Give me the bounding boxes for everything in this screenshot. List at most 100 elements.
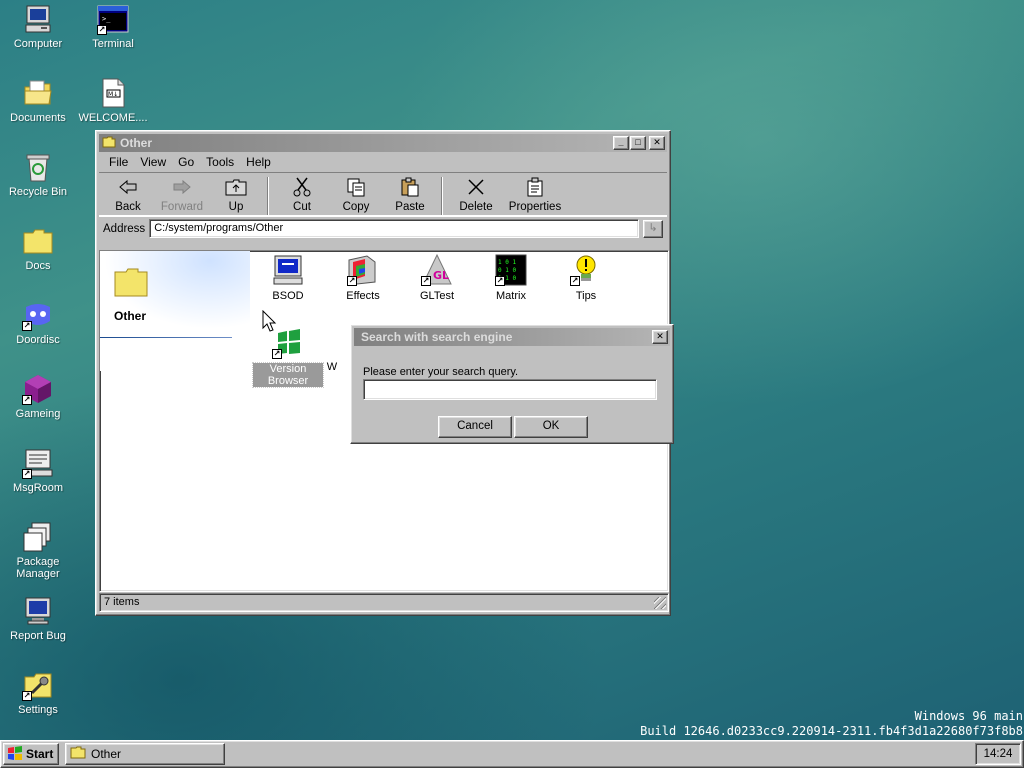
toolbar-separator	[267, 177, 269, 215]
ok-button[interactable]: OK	[514, 416, 588, 438]
desktop-icon-msgroom[interactable]: ↗ MsgRoom	[0, 447, 76, 494]
desktop-icon-computer[interactable]: Computer	[0, 3, 76, 50]
search-query-input[interactable]	[363, 379, 657, 400]
delete-x-icon	[449, 177, 503, 197]
paste-button[interactable]: Paste	[383, 177, 437, 213]
folder-icon	[22, 225, 54, 257]
shortcut-arrow-icon: ↗	[272, 349, 282, 359]
start-button[interactable]: Start	[3, 743, 59, 765]
menu-go[interactable]: Go	[172, 155, 200, 169]
window-titlebar[interactable]: Other _ □ ✕	[99, 134, 667, 152]
forward-arrow-icon	[155, 177, 209, 197]
desktop-icon-label: Computer	[13, 38, 63, 50]
properties-button[interactable]: Properties	[503, 177, 567, 213]
menu-view[interactable]: View	[134, 155, 172, 169]
desktop-icon-gameing[interactable]: ↗ Gameing	[0, 373, 76, 420]
menu-file[interactable]: File	[103, 155, 134, 169]
resize-grip-icon[interactable]	[654, 597, 666, 609]
delete-button[interactable]: Delete	[449, 177, 503, 213]
back-label: Back	[115, 201, 141, 213]
desktop-icon-documents[interactable]: Documents	[0, 77, 76, 124]
copy-label: Copy	[342, 201, 370, 213]
panel-folder-icon	[114, 267, 148, 300]
desktop-icon-report-bug[interactable]: Report Bug	[0, 595, 76, 642]
desktop-icon-terminal[interactable]: >_ ↗ Terminal	[75, 3, 151, 50]
back-button[interactable]: Back	[101, 177, 155, 213]
maximize-button[interactable]: □	[630, 136, 646, 150]
close-icon: ✕	[656, 331, 664, 341]
dialog-titlebar[interactable]: Search with search engine ✕	[354, 328, 670, 346]
up-folder-icon	[209, 177, 263, 197]
desktop-icon-label: Doordisc	[16, 334, 60, 346]
desktop-icon-doordisc[interactable]: ↗ Doordisc	[0, 299, 76, 346]
address-input[interactable]: C:/system/programs/Other	[149, 219, 639, 238]
computer-icon	[22, 3, 54, 35]
file-tips[interactable]: ↗ Tips	[551, 254, 621, 302]
desktop-icon-package-manager[interactable]: Package Manager	[0, 521, 76, 580]
dialog-prompt: Please enter your search query.	[363, 366, 519, 378]
menu-tools[interactable]: Tools	[200, 155, 240, 169]
file-version-browser[interactable]: ↗ Version Browser	[252, 327, 324, 388]
matrix-icon: 1 0 10 1 01 1 0 ↗	[495, 254, 527, 286]
dialog-close-button[interactable]: ✕	[652, 330, 668, 344]
desktop-icon-label: Documents	[10, 112, 66, 124]
file-gltest[interactable]: GL ↗ GLTest	[402, 253, 472, 302]
shortcut-arrow-icon: ↗	[22, 321, 32, 331]
build-line-1: Windows 96 main	[914, 709, 1023, 723]
file-label: W	[326, 361, 338, 373]
close-button[interactable]: ✕	[649, 136, 665, 150]
minimize-button[interactable]: _	[613, 136, 629, 150]
build-watermark: Windows 96 main Build 12646.d0233cc9.220…	[640, 709, 1023, 739]
tips-bulb-icon: ↗	[570, 254, 602, 286]
back-arrow-icon	[101, 177, 155, 197]
game-cube-icon: ↗	[22, 373, 54, 405]
desktop-icon-label: Package Manager	[16, 556, 60, 580]
copy-button[interactable]: Copy	[329, 177, 383, 213]
file-matrix[interactable]: 1 0 10 1 01 1 0 ↗ Matrix	[476, 254, 546, 302]
desktop-icon-label: Recycle Bin	[8, 186, 68, 198]
address-label: Address	[103, 222, 146, 235]
menu-help[interactable]: Help	[240, 155, 277, 169]
desktop-icon-label: MsgRoom	[12, 482, 64, 494]
msgroom-icon: ↗	[22, 447, 54, 479]
maximize-icon: □	[635, 137, 641, 147]
paste-icon	[383, 177, 437, 197]
file-bsod[interactable]: BSOD	[253, 254, 323, 302]
desktop-icon-label: Gameing	[15, 408, 61, 420]
up-button[interactable]: Up	[209, 177, 263, 213]
file-label: Matrix	[496, 290, 526, 302]
close-icon: ✕	[653, 137, 661, 147]
gl-cone-icon: GL ↗	[421, 253, 453, 286]
cut-button[interactable]: Cut	[275, 177, 329, 213]
minimize-icon: _	[618, 137, 624, 147]
desktop-icon-docs[interactable]: Docs	[0, 225, 76, 272]
folder-icon	[102, 136, 116, 151]
address-go-button[interactable]: ↳	[643, 219, 663, 238]
toolbar: Back Forward Up Cut Copy Paste Delete Pr…	[99, 172, 667, 216]
shortcut-arrow-icon: ↗	[22, 691, 32, 701]
up-label: Up	[228, 201, 244, 213]
cut-label: Cut	[293, 201, 311, 213]
bug-monitor-icon	[22, 595, 54, 627]
windows-logo-icon	[7, 745, 23, 763]
scissors-icon	[275, 177, 329, 197]
svg-text:1 0 1: 1 0 1	[498, 259, 516, 266]
clock[interactable]: 14:24	[975, 743, 1021, 765]
forward-button[interactable]: Forward	[155, 177, 209, 213]
svg-text:GL: GL	[433, 269, 449, 282]
desktop-icon-welcome[interactable]: M↓ WELCOME....	[75, 77, 151, 124]
taskbar-item-other[interactable]: Other	[65, 743, 225, 765]
file-label: Tips	[575, 290, 597, 302]
desktop-icon-settings[interactable]: ↗ Settings	[0, 669, 76, 716]
desktop-icon-recycle-bin[interactable]: Recycle Bin	[0, 151, 76, 198]
file-partial[interactable]: W	[322, 361, 342, 373]
taskbar-item-label: Other	[91, 747, 122, 761]
cancel-button[interactable]: Cancel	[438, 416, 512, 438]
svg-text:M↓: M↓	[108, 91, 118, 98]
package-icon	[22, 521, 54, 553]
properties-icon	[503, 177, 567, 197]
file-effects[interactable]: ↗ Effects	[328, 254, 398, 302]
go-arrow-icon: ↳	[648, 221, 658, 234]
svg-text:0 1 0: 0 1 0	[498, 267, 516, 274]
shortcut-arrow-icon: ↗	[22, 395, 32, 405]
